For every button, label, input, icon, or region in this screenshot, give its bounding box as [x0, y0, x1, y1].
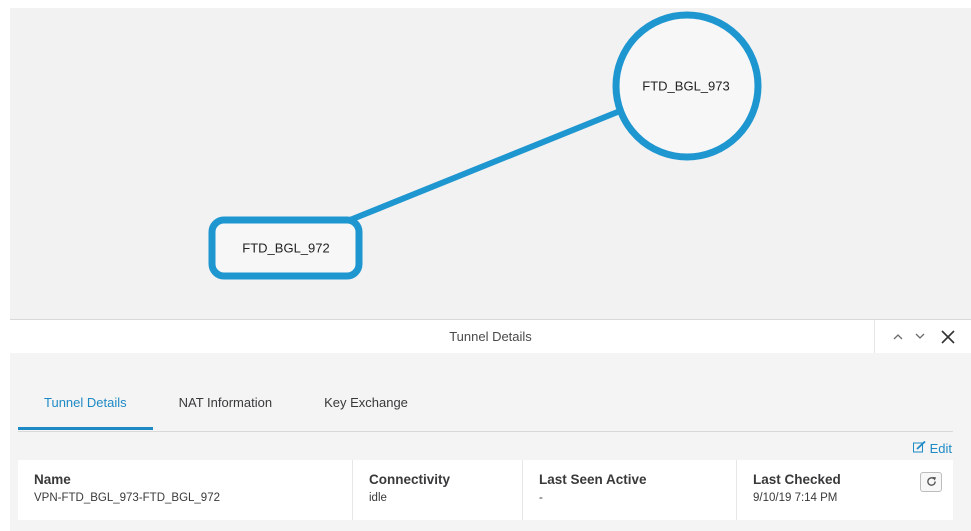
close-icon[interactable] [935, 329, 961, 345]
column-header-name: Name [34, 472, 71, 487]
edit-button[interactable]: Edit [912, 440, 952, 456]
chevron-down-icon[interactable] [909, 333, 931, 340]
last-seen-active-value: - [539, 492, 543, 504]
edit-icon [912, 440, 926, 456]
chevron-up-icon[interactable] [887, 333, 909, 340]
topology-graph [208, 11, 762, 280]
node-label-973: FTD_BGL_973 [642, 78, 730, 94]
panel-title: Tunnel Details [449, 329, 532, 344]
node-label-972: FTD_BGL_972 [242, 240, 330, 256]
tab-bar: Tunnel Details NAT Information Key Excha… [18, 385, 953, 432]
tunnel-table: Name VPN-FTD_BGL_973-FTD_BGL_972 Connect… [18, 460, 953, 520]
connectivity-value: idle [369, 492, 387, 504]
column-last-seen-active: Last Seen Active - [522, 460, 736, 520]
tunnel-details-panel-header: Tunnel Details [10, 319, 971, 354]
column-connectivity: Connectivity idle [352, 460, 522, 520]
refresh-icon [926, 475, 937, 490]
last-checked-value: 9/10/19 7:14 PM [753, 492, 838, 504]
tab-nat-information[interactable]: NAT Information [153, 385, 298, 429]
tunnel-link[interactable] [347, 108, 623, 223]
topology-view: FTD_BGL_973 FTD_BGL_972 [10, 8, 971, 319]
tab-tunnel-details[interactable]: Tunnel Details [18, 385, 153, 430]
refresh-button[interactable] [920, 472, 942, 492]
panel-controls [874, 320, 961, 353]
column-header-last-checked: Last Checked [753, 472, 841, 487]
column-header-connectivity: Connectivity [369, 472, 451, 487]
tab-key-exchange[interactable]: Key Exchange [298, 385, 434, 429]
edit-label: Edit [929, 441, 952, 456]
column-last-checked: Last Checked 9/10/19 7:14 PM [736, 460, 953, 520]
column-name: Name VPN-FTD_BGL_973-FTD_BGL_972 [18, 460, 352, 520]
tunnel-name-value: VPN-FTD_BGL_973-FTD_BGL_972 [34, 492, 220, 504]
column-header-last-seen-active: Last Seen Active [539, 472, 647, 487]
